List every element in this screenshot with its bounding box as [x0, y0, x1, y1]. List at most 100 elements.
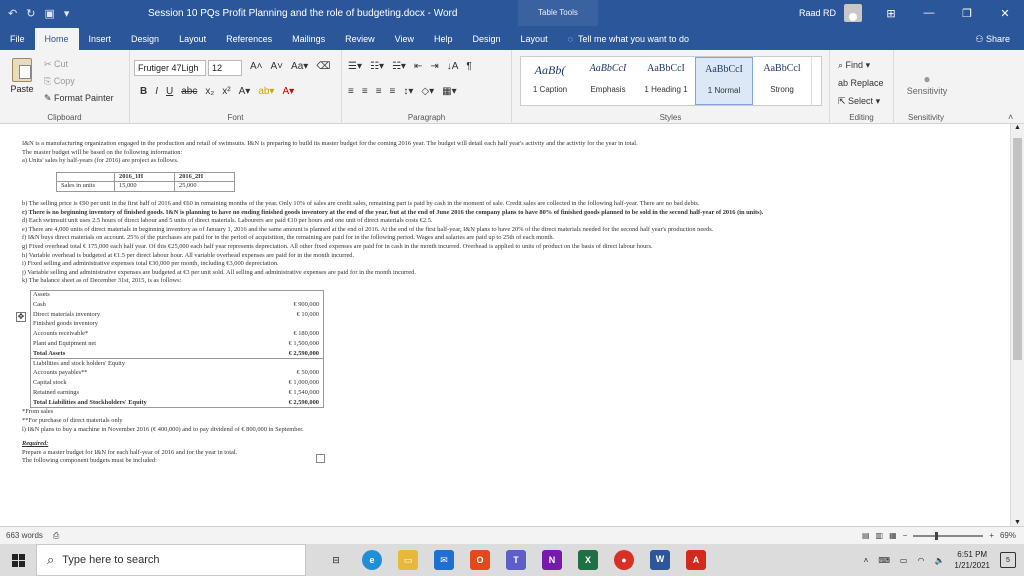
tab-table-layout[interactable]: Layout: [511, 28, 558, 50]
save-icon[interactable]: ▣: [44, 7, 54, 20]
close-icon[interactable]: ✕: [986, 7, 1024, 20]
subscript-icon[interactable]: x₂: [205, 86, 214, 97]
font-name-select[interactable]: Frutiger 47Ligh: [134, 60, 206, 76]
style-strong[interactable]: AaBbCcl Strong: [753, 57, 811, 105]
change-case-icon[interactable]: Aa▾: [291, 61, 308, 72]
tab-view[interactable]: View: [385, 28, 424, 50]
decrease-indent-icon[interactable]: ⇤: [414, 61, 422, 72]
excel-icon[interactable]: X: [578, 550, 598, 570]
tab-mailings[interactable]: Mailings: [282, 28, 335, 50]
volume-icon[interactable]: 🔈: [934, 556, 944, 565]
line-spacing-icon[interactable]: ↕▾: [403, 86, 413, 97]
taskbar-search[interactable]: ⌕ Type here to search: [36, 544, 306, 576]
style-normal[interactable]: AaBbCcI 1 Normal: [695, 57, 753, 105]
grow-font-icon[interactable]: A˄: [250, 61, 263, 72]
word-count[interactable]: 663 words: [6, 531, 43, 540]
proofing-icon[interactable]: ⎙: [53, 531, 59, 541]
show-hidden-icons-icon[interactable]: ˄: [864, 556, 869, 565]
start-button[interactable]: [0, 553, 36, 567]
tab-file[interactable]: File: [0, 28, 35, 50]
zoom-in-icon[interactable]: +: [989, 531, 994, 540]
notifications-icon[interactable]: 5: [1000, 552, 1016, 568]
highlight-icon[interactable]: ab▾: [258, 86, 274, 97]
select-button[interactable]: ⇱ Select ▾: [838, 92, 884, 110]
tab-home[interactable]: Home: [34, 28, 79, 50]
mail-icon[interactable]: ✉: [434, 550, 454, 570]
redo-icon[interactable]: ↻: [26, 7, 35, 20]
vertical-scrollbar[interactable]: ▲ ▼: [1010, 124, 1024, 526]
underline-icon[interactable]: U: [166, 86, 173, 97]
tell-me-box[interactable]: ◌ Tell me what you want to do: [558, 28, 699, 50]
justify-icon[interactable]: ≡: [390, 86, 396, 97]
word-icon[interactable]: W: [650, 550, 670, 570]
tab-insert[interactable]: Insert: [79, 28, 122, 50]
superscript-icon[interactable]: x²: [222, 86, 230, 97]
tab-table-design[interactable]: Design: [463, 28, 511, 50]
document-canvas[interactable]: I&N is a manufacturing organization enga…: [0, 124, 1010, 526]
clear-formatting-icon[interactable]: ⌫: [316, 61, 330, 72]
pilcrow-icon[interactable]: ¶: [466, 61, 471, 72]
collapse-ribbon-icon[interactable]: ˄: [1008, 112, 1013, 122]
strikethrough-icon[interactable]: abc: [181, 86, 197, 97]
zoom-slider[interactable]: [913, 531, 984, 540]
chrome-icon[interactable]: ●: [614, 550, 634, 570]
user-account[interactable]: Raad RD: [799, 4, 862, 22]
font-size-select[interactable]: 12: [208, 60, 242, 76]
share-button[interactable]: ⚇ Share: [975, 28, 1024, 50]
minimize-icon[interactable]: —: [910, 7, 948, 20]
styles-scroll[interactable]: [811, 57, 821, 105]
font-color-icon[interactable]: A▾: [282, 86, 294, 97]
tab-references[interactable]: References: [216, 28, 282, 50]
text-effects-icon[interactable]: A▾: [239, 86, 251, 97]
network-icon[interactable]: ◠: [917, 556, 924, 565]
shading-icon[interactable]: ◇▾: [421, 86, 434, 97]
ribbon-display-options-icon[interactable]: ⊞: [872, 7, 910, 20]
edge-icon[interactable]: e: [362, 550, 382, 570]
tab-help[interactable]: Help: [424, 28, 463, 50]
table-move-handle-icon[interactable]: ✥: [16, 312, 26, 322]
bullets-icon[interactable]: ☰▾: [348, 61, 362, 72]
shrink-font-icon[interactable]: A˅: [271, 61, 284, 72]
web-layout-icon[interactable]: ▦: [889, 531, 897, 540]
style-caption[interactable]: AaBb( 1 Caption: [521, 57, 579, 105]
borders-icon[interactable]: ▦▾: [442, 86, 456, 97]
tab-review[interactable]: Review: [335, 28, 385, 50]
zoom-level[interactable]: 69%: [1000, 531, 1016, 540]
find-button[interactable]: ⌕ Find ▾: [838, 56, 884, 74]
multilevel-list-icon[interactable]: ☵▾: [392, 61, 406, 72]
undo-icon[interactable]: ↶: [8, 7, 17, 20]
italic-icon[interactable]: I: [155, 86, 158, 97]
cut-button[interactable]: ✂ Cut: [44, 56, 114, 73]
print-layout-icon[interactable]: ▥: [876, 531, 884, 540]
increase-indent-icon[interactable]: ⇥: [430, 61, 438, 72]
read-mode-icon[interactable]: ▤: [862, 531, 870, 540]
battery-icon[interactable]: ▭: [900, 556, 908, 565]
replace-button[interactable]: ab Replace: [838, 74, 884, 92]
scroll-up-icon[interactable]: ▲: [1011, 124, 1024, 131]
zoom-out-icon[interactable]: −: [903, 531, 908, 540]
customize-qat-icon[interactable]: ▾: [64, 7, 70, 20]
numbering-icon[interactable]: ☷▾: [370, 61, 384, 72]
format-painter-button[interactable]: ✎ Format Painter: [44, 90, 114, 107]
paste-button[interactable]: Paste: [8, 58, 36, 94]
zoom-slider-knob[interactable]: [935, 531, 939, 540]
onenote-icon[interactable]: N: [542, 550, 562, 570]
scroll-down-icon[interactable]: ▼: [1011, 519, 1024, 526]
restore-icon[interactable]: ❐: [948, 7, 986, 20]
sort-icon[interactable]: ↓A: [447, 61, 459, 72]
sensitivity-button[interactable]: ● Sensitivity: [905, 72, 949, 96]
office-icon[interactable]: O: [470, 550, 490, 570]
copy-button[interactable]: ⎘ Copy: [44, 73, 114, 90]
align-left-icon[interactable]: ≡: [348, 86, 354, 97]
align-right-icon[interactable]: ≡: [376, 86, 382, 97]
avatar[interactable]: [844, 4, 862, 22]
clock[interactable]: 6:51 PM 1/21/2021: [954, 549, 990, 571]
file-explorer-icon[interactable]: ▭: [398, 550, 418, 570]
tab-design[interactable]: Design: [121, 28, 169, 50]
language-icon[interactable]: ⌨: [878, 556, 890, 565]
style-emphasis[interactable]: AaBbCcI Emphasis: [579, 57, 637, 105]
tab-layout[interactable]: Layout: [169, 28, 216, 50]
task-view-icon[interactable]: ⊟: [326, 550, 346, 570]
style-heading-1[interactable]: AaBbCcI 1 Heading 1: [637, 57, 695, 105]
align-center-icon[interactable]: ≡: [362, 86, 368, 97]
